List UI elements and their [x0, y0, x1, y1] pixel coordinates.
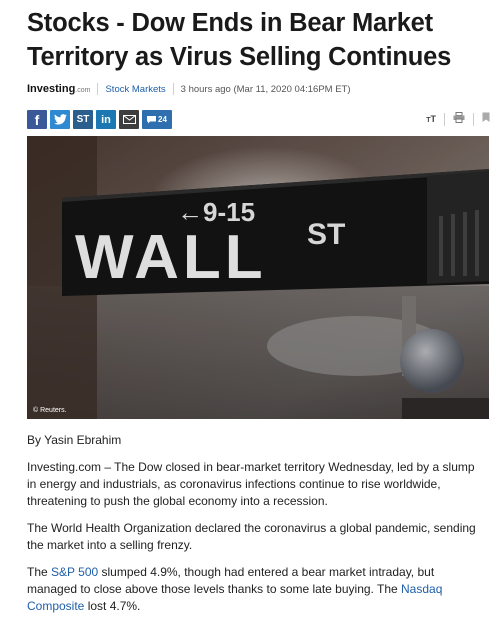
article-tools: TT: [426, 112, 490, 126]
share-bar: f ST in 24: [27, 110, 172, 129]
sp500-link[interactable]: S&P 500: [51, 565, 98, 579]
bookmark-icon: [482, 112, 490, 122]
investing-logo[interactable]: Investing .com: [27, 83, 90, 95]
envelope-icon: [122, 115, 136, 124]
stocktwits-share-button[interactable]: ST: [73, 110, 93, 129]
linkedin-share-button[interactable]: in: [96, 110, 116, 129]
font-size-button[interactable]: TT: [426, 114, 436, 124]
twitter-bird-icon: [53, 114, 67, 125]
email-share-button[interactable]: [119, 110, 139, 129]
article-image: ←9-15 WALL ST © Reuters.: [27, 136, 489, 419]
article-meta: Investing .com Stock Markets 3 hours ago …: [27, 80, 351, 98]
article-paragraph: The World Health Organization declared t…: [27, 521, 476, 552]
facebook-share-button[interactable]: f: [27, 110, 47, 129]
comment-count: 24: [158, 115, 167, 124]
divider: [444, 112, 445, 126]
wall-street-sign-image: ←9-15 WALL ST: [27, 136, 489, 419]
author-byline: By Yasin Ebrahim: [27, 433, 122, 447]
article-headline: Stocks - Dow Ends in Bear Market Territo…: [27, 9, 452, 71]
printer-icon: [453, 112, 465, 123]
font-size-large-glyph: T: [430, 114, 437, 124]
divider: [473, 112, 474, 126]
image-credit: © Reuters.: [33, 407, 67, 414]
category-link[interactable]: Stock Markets: [105, 84, 165, 95]
article-paragraph: The S&P 500 slumped 4.9%, though had ent…: [27, 565, 443, 613]
article-paragraph: Investing.com – The Dow closed in bear-m…: [27, 460, 475, 508]
article-body: By Yasin Ebrahim Investing.com – The Dow…: [27, 432, 485, 625]
twitter-share-button[interactable]: [50, 110, 70, 129]
timestamp: 3 hours ago (Mar 11, 2020 04:16PM ET): [180, 83, 351, 95]
print-button[interactable]: [453, 112, 465, 126]
divider: [172, 83, 174, 95]
comments-button[interactable]: 24: [142, 110, 172, 129]
divider: [97, 83, 99, 95]
comment-bubble-icon: [147, 115, 157, 123]
bookmark-button[interactable]: [482, 112, 490, 126]
